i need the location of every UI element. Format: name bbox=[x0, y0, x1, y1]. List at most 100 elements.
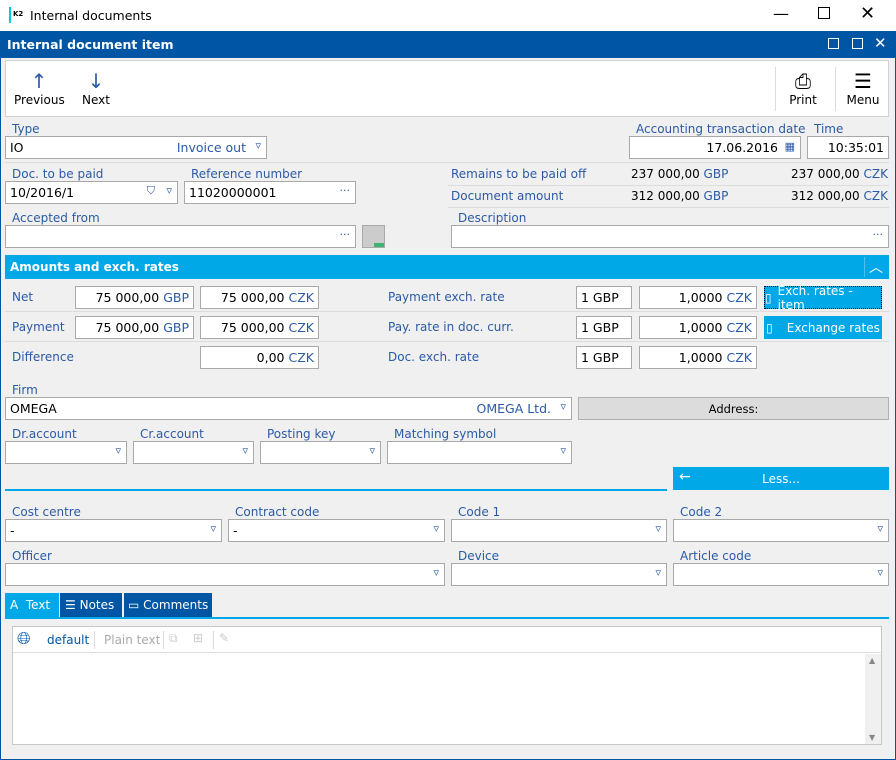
dropdown-icon[interactable]: ▿ bbox=[560, 400, 566, 413]
scrollbar[interactable]: ▲ ▼ bbox=[865, 654, 881, 744]
payment-rate-qty[interactable]: 1 GBP bbox=[576, 286, 632, 309]
globe-icon[interactable]: 🌐︎ bbox=[17, 629, 31, 649]
tab-comments[interactable]: ▭ Comments bbox=[124, 593, 212, 617]
form-header: Internal document item ✕ bbox=[1, 32, 895, 58]
address-button[interactable]: Address: bbox=[578, 397, 889, 420]
doc-to-be-paid-field[interactable]: 10/2016/1 ⛉ ▿ bbox=[5, 181, 178, 204]
document-chart-icon: ▯ bbox=[765, 290, 772, 305]
firm-field[interactable]: OMEGA OMEGA Ltd. ▿ bbox=[5, 397, 572, 420]
cost-centre-field[interactable]: - ▿ bbox=[5, 519, 222, 542]
text-editor[interactable]: 🌐︎ default Plain text ⧉ ⊞ ✎ ▲ ▼ bbox=[12, 626, 882, 745]
collapse-icon[interactable]: ︿ bbox=[869, 257, 883, 277]
dropdown-icon[interactable]: ▿ bbox=[433, 522, 439, 535]
reference-number-label: Reference number bbox=[191, 167, 303, 181]
dock-button[interactable] bbox=[828, 38, 839, 49]
article-code-label: Article code bbox=[680, 549, 752, 563]
ellipsis-icon[interactable]: ··· bbox=[340, 228, 351, 241]
dropdown-icon[interactable]: ▿ bbox=[210, 522, 216, 535]
ellipsis-icon[interactable]: ··· bbox=[340, 184, 351, 197]
dropdown-icon[interactable]: ▿ bbox=[242, 444, 248, 457]
doc-value: 10/2016/1 bbox=[10, 185, 75, 200]
doc-amount-label: Document amount bbox=[451, 189, 564, 203]
payment-czk-field[interactable]: 75 000,00 CZK bbox=[200, 316, 319, 339]
hamburger-icon: ☰ bbox=[854, 69, 872, 93]
dropdown-icon[interactable]: ▿ bbox=[115, 444, 121, 457]
print-button[interactable]: ⎙ Print bbox=[783, 69, 823, 107]
dropdown-icon[interactable]: ▿ bbox=[166, 184, 172, 197]
editor-toolbar: 🌐︎ default Plain text ⧉ ⊞ ✎ bbox=[13, 627, 881, 653]
dr-account-field[interactable]: ▿ bbox=[5, 441, 127, 464]
dropdown-icon[interactable]: ▿ bbox=[369, 444, 375, 457]
pay-rate-doc-qty[interactable]: 1 GBP bbox=[576, 316, 632, 339]
dr-account-label: Dr.account bbox=[12, 427, 77, 441]
pay-rate-doc-value[interactable]: 1,0000 CZK bbox=[639, 316, 757, 339]
dropdown-icon[interactable]: ▿ bbox=[877, 566, 883, 579]
exch-rates-item-button[interactable]: ▯ Exch. rates - item bbox=[764, 284, 882, 312]
doc-to-be-paid-label: Doc. to be paid bbox=[12, 167, 104, 181]
remains-gbp: 237 000,00 GBP bbox=[631, 167, 729, 181]
accounting-date-field[interactable]: 17.06.2016 ▦ bbox=[629, 136, 801, 159]
remains-czk: 237 000,00 CZK bbox=[790, 167, 888, 181]
document-chart-icon: ▯ bbox=[766, 320, 773, 335]
code1-field[interactable]: ▿ bbox=[451, 519, 667, 542]
copy-icon[interactable]: ⧉ bbox=[169, 631, 178, 646]
amounts-section-header[interactable]: Amounts and exch. rates ︿ bbox=[5, 255, 889, 279]
dropdown-icon[interactable]: ▿ bbox=[255, 139, 261, 152]
exchange-rates-button[interactable]: ▯ Exchange rates bbox=[764, 316, 882, 339]
matching-symbol-field[interactable]: ▿ bbox=[387, 441, 572, 464]
print-label: Print bbox=[789, 93, 817, 107]
previous-button[interactable]: ↑ Previous bbox=[14, 69, 65, 107]
next-button[interactable]: ↓ Next bbox=[76, 69, 116, 107]
accepted-from-field[interactable]: ··· bbox=[5, 225, 356, 248]
pencil-icon[interactable]: ✎ bbox=[219, 631, 229, 645]
window-title: Internal documents bbox=[30, 8, 152, 23]
add-icon[interactable]: ⊞ bbox=[193, 631, 203, 645]
doc-rate-value[interactable]: 1,0000 CZK bbox=[639, 346, 757, 369]
description-field[interactable]: ··· bbox=[451, 225, 889, 248]
difference-czk-field[interactable]: 0,00 CZK bbox=[200, 346, 319, 369]
maximize-button[interactable] bbox=[818, 7, 830, 19]
doc-rate-qty[interactable]: 1 GBP bbox=[576, 346, 632, 369]
menu-label: Menu bbox=[846, 93, 880, 107]
cr-account-field[interactable]: ▿ bbox=[133, 441, 254, 464]
net-czk-field[interactable]: 75 000,00 CZK bbox=[200, 286, 319, 309]
pay-rate-doc-label: Pay. rate in doc. curr. bbox=[388, 320, 514, 334]
difference-label: Difference bbox=[12, 350, 74, 364]
net-gbp-field[interactable]: 75 000,00 GBP bbox=[75, 286, 194, 309]
time-field[interactable]: 10:35:01 bbox=[807, 136, 889, 159]
dropdown-icon[interactable]: ▿ bbox=[655, 522, 661, 535]
ref-value: 11020000001 bbox=[189, 185, 277, 200]
arrow-up-icon: ↑ bbox=[30, 69, 48, 93]
filter-icon[interactable]: ⛉ bbox=[147, 184, 155, 198]
posting-key-field[interactable]: ▿ bbox=[260, 441, 381, 464]
format-dropdown[interactable]: Plain text bbox=[104, 633, 160, 647]
payment-gbp-field[interactable]: 75 000,00 GBP bbox=[75, 316, 194, 339]
device-field[interactable]: ▿ bbox=[451, 563, 667, 586]
calendar-icon[interactable]: ▦ bbox=[785, 140, 795, 153]
minimize-button[interactable]: — bbox=[773, 4, 789, 23]
article-code-field[interactable]: ▿ bbox=[673, 563, 889, 586]
reference-number-field[interactable]: 11020000001 ··· bbox=[184, 181, 356, 204]
tab-notes[interactable]: ☰ Notes bbox=[60, 593, 122, 617]
payment-rate-value[interactable]: 1,0000 CZK bbox=[639, 286, 757, 309]
dropdown-icon[interactable]: ▿ bbox=[433, 566, 439, 579]
form-close-button[interactable]: ✕ bbox=[874, 34, 887, 52]
contract-code-field[interactable]: - ▿ bbox=[228, 519, 445, 542]
less-button[interactable]: ← Less... bbox=[673, 467, 889, 490]
menu-button[interactable]: ☰ Menu bbox=[841, 69, 885, 107]
ellipsis-icon[interactable]: ··· bbox=[873, 228, 884, 241]
code2-field[interactable]: ▿ bbox=[673, 519, 889, 542]
next-label: Next bbox=[82, 93, 110, 107]
date-value: 17.06.2016 bbox=[706, 140, 778, 155]
dropdown-icon[interactable]: ▿ bbox=[877, 522, 883, 535]
close-button[interactable]: ✕ bbox=[860, 3, 875, 24]
tab-text[interactable]: A Text bbox=[5, 593, 59, 617]
restore-button[interactable] bbox=[852, 38, 863, 49]
cost-centre-label: Cost centre bbox=[12, 505, 81, 519]
officer-field[interactable]: ▿ bbox=[5, 563, 445, 586]
dropdown-icon[interactable]: ▿ bbox=[560, 444, 566, 457]
toolbar: ↑ Previous ↓ Next ⎙ Print ☰ Menu bbox=[5, 60, 889, 117]
type-field[interactable]: IO Invoice out ▿ bbox=[5, 136, 267, 159]
dropdown-icon[interactable]: ▿ bbox=[655, 566, 661, 579]
language-dropdown[interactable]: default bbox=[47, 633, 89, 647]
